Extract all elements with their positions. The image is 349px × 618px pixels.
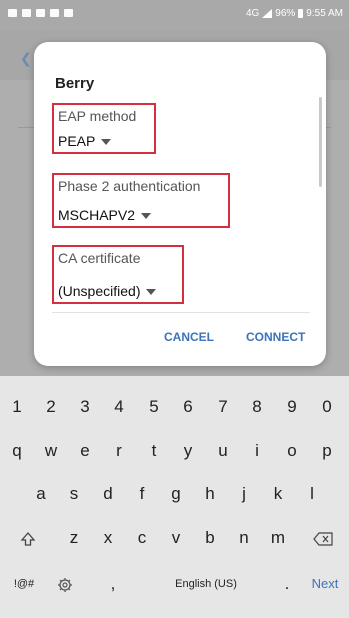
phase2-auth-value: MSCHAPV2 — [58, 207, 136, 223]
battery-icon — [298, 9, 304, 18]
key-8[interactable]: 8 — [240, 390, 274, 424]
key-r[interactable]: r — [102, 434, 136, 468]
play-icon — [64, 9, 73, 17]
shift-arrow-icon — [20, 531, 36, 546]
key-z[interactable]: z — [57, 521, 91, 555]
backspace-icon — [313, 531, 333, 546]
dropdown-arrow-icon — [101, 139, 112, 146]
key-q[interactable]: q — [0, 434, 34, 468]
key-p[interactable]: p — [310, 434, 344, 468]
chat-icon — [50, 9, 59, 17]
eap-method-label: EAP method — [58, 108, 137, 124]
symbols-key[interactable]: !@# — [6, 567, 42, 601]
key-x[interactable]: x — [91, 521, 125, 555]
ca-certificate-select[interactable]: (Unspecified) — [58, 283, 157, 299]
dropdown-arrow-icon — [141, 213, 152, 220]
key-d[interactable]: d — [91, 477, 125, 511]
key-5[interactable]: 5 — [137, 390, 171, 424]
key-m[interactable]: m — [261, 521, 295, 555]
cancel-button[interactable]: CANCEL — [164, 330, 214, 344]
wifi-config-dialog: Berry EAP method PEAP Phase 2 authentica… — [34, 42, 326, 366]
phase2-auth-field[interactable]: Phase 2 authentication MSCHAPV2 — [52, 173, 230, 228]
key-o[interactable]: o — [275, 434, 309, 468]
key-k[interactable]: k — [261, 477, 295, 511]
key-u[interactable]: u — [206, 434, 240, 468]
signal-icon — [262, 9, 273, 18]
key-h[interactable]: h — [193, 477, 227, 511]
ca-certificate-label: CA certificate — [58, 250, 141, 266]
dialog-divider — [52, 312, 310, 313]
key-f[interactable]: f — [125, 477, 159, 511]
key-b[interactable]: b — [193, 521, 227, 555]
on-screen-keyboard: 1 2 3 4 5 6 7 8 9 0 q w e r t y u i o p … — [0, 376, 349, 618]
back-arrow-icon: ❮ — [20, 50, 32, 66]
dialog-scrollbar[interactable] — [319, 97, 322, 187]
status-right: 4G 96% 9:55 AM — [246, 8, 343, 19]
key-n[interactable]: n — [227, 521, 261, 555]
notification-icons — [8, 9, 73, 17]
notification-icon — [8, 9, 17, 17]
key-y[interactable]: y — [171, 434, 205, 468]
key-t[interactable]: t — [137, 434, 171, 468]
key-s[interactable]: s — [57, 477, 91, 511]
dialog-title: Berry — [55, 75, 95, 92]
battery-percent: 96% — [275, 8, 296, 19]
eap-method-field[interactable]: EAP method PEAP — [52, 103, 156, 154]
key-g[interactable]: g — [159, 477, 193, 511]
backspace-key[interactable] — [305, 521, 341, 555]
gear-icon — [58, 577, 72, 592]
message-icon — [36, 9, 45, 17]
settings-key[interactable] — [50, 567, 80, 601]
key-2[interactable]: 2 — [34, 390, 68, 424]
ca-certificate-field[interactable]: CA certificate (Unspecified) — [52, 245, 184, 304]
phase2-auth-select[interactable]: MSCHAPV2 — [58, 207, 152, 223]
comma-key[interactable]: , — [98, 567, 128, 601]
key-4[interactable]: 4 — [102, 390, 136, 424]
shift-key[interactable] — [10, 521, 46, 555]
key-j[interactable]: j — [227, 477, 261, 511]
ca-certificate-value: (Unspecified) — [58, 283, 141, 299]
key-l[interactable]: l — [295, 477, 329, 511]
eap-method-select[interactable]: PEAP — [58, 133, 112, 149]
key-1[interactable]: 1 — [0, 390, 34, 424]
key-6[interactable]: 6 — [171, 390, 205, 424]
connect-button[interactable]: CONNECT — [246, 330, 305, 344]
period-key[interactable]: . — [275, 567, 299, 601]
key-v[interactable]: v — [159, 521, 193, 555]
network-type: 4G — [245, 8, 260, 19]
key-9[interactable]: 9 — [275, 390, 309, 424]
dropdown-arrow-icon — [146, 289, 157, 296]
next-key[interactable]: Next — [305, 567, 345, 601]
key-i[interactable]: i — [240, 434, 274, 468]
status-bar: 4G 96% 9:55 AM — [0, 0, 349, 30]
key-a[interactable]: a — [24, 477, 58, 511]
key-7[interactable]: 7 — [206, 390, 240, 424]
clock: 9:55 AM — [306, 8, 343, 19]
key-w[interactable]: w — [34, 434, 68, 468]
key-3[interactable]: 3 — [68, 390, 102, 424]
space-key[interactable]: English (US) — [136, 567, 276, 601]
eap-method-value: PEAP — [58, 133, 96, 149]
gallery-icon — [22, 9, 31, 17]
key-c[interactable]: c — [125, 521, 159, 555]
phase2-auth-label: Phase 2 authentication — [58, 178, 201, 194]
key-e[interactable]: e — [68, 434, 102, 468]
key-0[interactable]: 0 — [310, 390, 344, 424]
